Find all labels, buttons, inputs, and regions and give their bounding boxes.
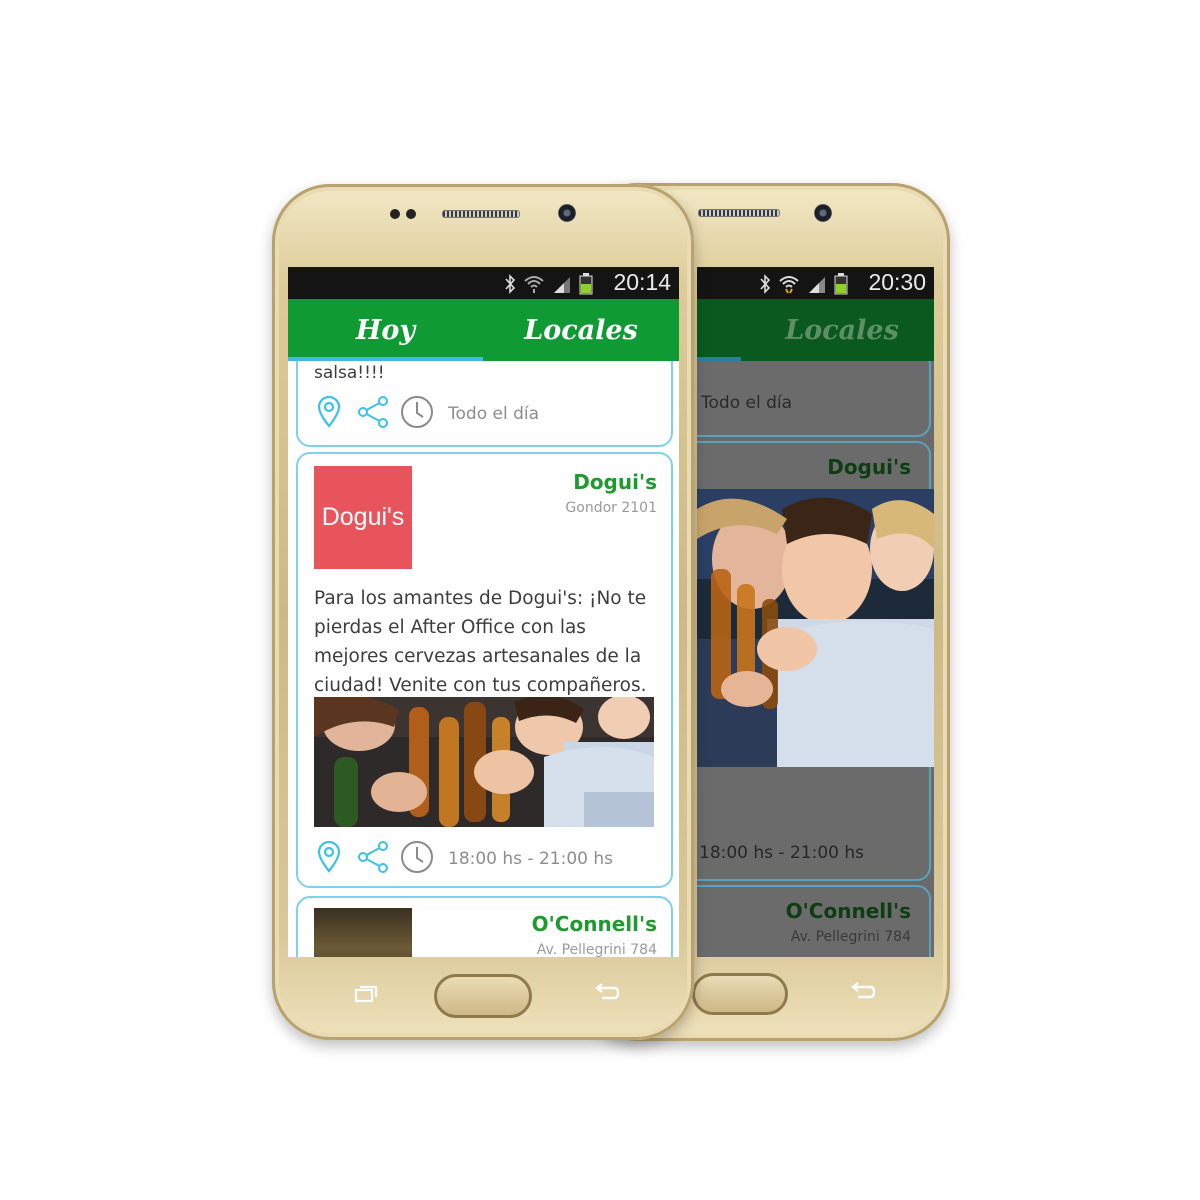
home-button[interactable] — [434, 974, 532, 1018]
location-pin-icon[interactable] — [316, 396, 342, 428]
share-icon[interactable] — [356, 840, 390, 874]
earpiece-speaker — [698, 209, 780, 217]
tab-locales[interactable]: Locales — [785, 299, 899, 361]
clock-icon — [401, 841, 433, 873]
feed-list: salsa!!!! Todo el día Dogui's Dogui's Go… — [288, 361, 679, 957]
earpiece-speaker — [442, 210, 520, 218]
wifi-icon — [779, 276, 799, 294]
status-clock: 20:30 — [868, 269, 926, 295]
venue-logo[interactable] — [314, 908, 412, 957]
battery-icon — [834, 273, 848, 295]
front-camera — [558, 204, 576, 222]
dim-overlay — [697, 361, 934, 957]
status-bar: 20:30 — [697, 267, 934, 299]
location-pin-icon[interactable] — [316, 841, 342, 873]
signal-icon — [809, 277, 825, 293]
status-bar: 20:14 — [288, 267, 679, 299]
event-time: Todo el día — [448, 404, 540, 424]
venue-name[interactable]: Dogui's — [573, 470, 657, 494]
app-bar: Locales — [697, 299, 934, 361]
status-icons — [504, 273, 593, 295]
event-actions: Todo el día — [316, 395, 539, 429]
back-icon[interactable] — [848, 981, 876, 1003]
tab-hoy[interactable]: Hoy — [288, 299, 483, 361]
event-card[interactable]: O'Connell's Av. Pellegrini 784 — [296, 896, 673, 957]
light-sensor — [406, 209, 416, 219]
bluetooth-icon — [760, 274, 771, 294]
event-card[interactable]: salsa!!!! Todo el día — [296, 361, 673, 447]
front-screen: 20:14 Hoy Locales salsa!!!! Todo el día — [288, 267, 679, 957]
front-phone: 20:14 Hoy Locales salsa!!!! Todo el día — [272, 184, 694, 1040]
event-description: salsa!!!! — [314, 363, 385, 383]
front-camera — [814, 204, 832, 222]
bluetooth-icon — [505, 274, 516, 294]
venue-name[interactable]: O'Connell's — [532, 912, 657, 936]
party-photo — [314, 697, 654, 827]
venue-address: Gondor 2101 — [565, 500, 657, 516]
status-clock: 20:14 — [613, 269, 671, 295]
signal-icon — [554, 277, 570, 293]
venue-logo-text: Dogui's — [321, 503, 405, 531]
recent-apps-icon[interactable] — [354, 985, 378, 1003]
event-card[interactable]: Dogui's Dogui's Gondor 2101 Para los ama… — [296, 452, 673, 888]
back-icon[interactable] — [592, 982, 620, 1004]
venue-address: Av. Pellegrini 784 — [536, 942, 657, 957]
event-time: 18:00 hs - 21:00 hs — [448, 849, 613, 869]
clock-icon — [401, 396, 433, 428]
share-icon[interactable] — [356, 395, 390, 429]
back-screen: 20:30 Locales Todo el día Dogui's 18:00 … — [697, 267, 934, 957]
home-button[interactable] — [692, 973, 788, 1015]
event-actions: 18:00 hs - 21:00 hs — [316, 840, 613, 874]
proximity-sensor — [390, 209, 400, 219]
wifi-icon — [524, 276, 544, 293]
venue-logo[interactable]: Dogui's — [314, 466, 412, 569]
app-bar: Hoy Locales — [288, 299, 679, 361]
event-description: Para los amantes de Dogui's: ¡No te pier… — [314, 588, 647, 696]
event-photo[interactable] — [314, 697, 654, 827]
tab-locales[interactable]: Locales — [483, 299, 679, 361]
status-icons — [759, 273, 848, 295]
battery-icon — [579, 273, 593, 295]
